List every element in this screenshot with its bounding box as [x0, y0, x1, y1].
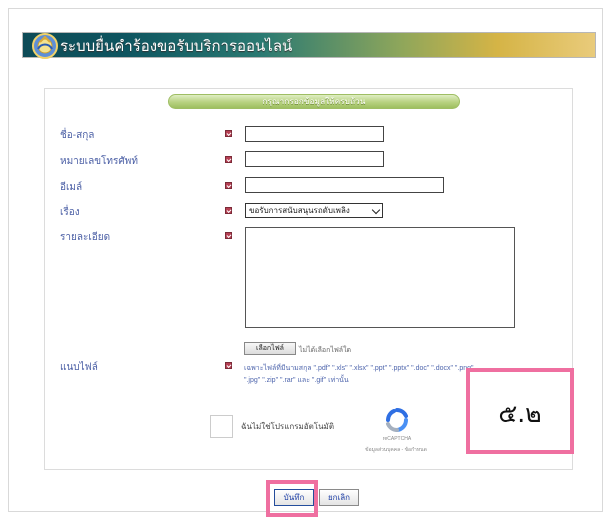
required-icon	[225, 207, 232, 214]
name-label: ชื่อ-สกุล	[60, 130, 95, 141]
required-icon	[225, 232, 232, 239]
form-banner-text: กรุณากรอกข้อมูลให้ครบถ้วน	[262, 97, 366, 106]
chevron-down-icon	[371, 205, 381, 215]
file-hint-line-1: เฉพาะไฟล์ที่มีนามสกุล ".pdf" ".xls" ".xl…	[244, 365, 474, 372]
subject-label: เรื่อง	[60, 207, 80, 218]
email-input[interactable]	[245, 177, 444, 193]
form-banner: กรุณากรอกข้อมูลให้ครบถ้วน	[168, 94, 460, 109]
details-label: รายละเอียด	[60, 232, 111, 243]
details-textarea[interactable]	[245, 227, 515, 328]
page: ระบบยื่นคำร้องขอรับบริการออนไลน์ กรุณากร…	[0, 0, 612, 520]
subject-selected-value: ขอรับการสนับสนุนรถดับเพลิง	[249, 206, 350, 215]
phone-label: หมายเลขโทรศัพท์	[60, 156, 138, 167]
save-button[interactable]: บันทึก	[274, 489, 314, 506]
subject-select[interactable]: ขอรับการสนับสนุนรถดับเพลิง	[245, 203, 383, 218]
required-icon	[225, 130, 232, 137]
step-annotation-text: ๕.๒	[498, 399, 542, 428]
name-input[interactable]	[245, 126, 384, 142]
captcha-checkbox[interactable]	[210, 415, 233, 438]
file-status-text: ไม่ได้เลือกไฟล์ใด	[299, 347, 352, 354]
email-label: อีเมล์	[60, 182, 83, 193]
file-hint-line-2: ".jpg" ".zip" ".rar" และ ".gif" เท่านั้น	[244, 377, 349, 384]
required-icon	[225, 362, 232, 369]
required-icon	[225, 156, 232, 163]
phone-input[interactable]	[245, 151, 384, 167]
page-title: ระบบยื่นคำร้องขอรับบริการออนไลน์	[60, 38, 293, 55]
step-annotation-box: ๕.๒	[466, 368, 574, 454]
attachment-label: แนบไฟล์	[60, 362, 98, 373]
recaptcha-brand-text: reCAPTCHA	[382, 436, 412, 442]
cancel-button[interactable]: ยกเลิก	[319, 489, 359, 506]
captcha-label: ฉันไม่ใช่โปรแกรมอัตโนมัติ	[241, 422, 335, 431]
required-icon	[225, 182, 232, 189]
recaptcha-icon	[386, 408, 409, 432]
recaptcha-links-text: ข้อมูลส่วนบุคคล - ข้อกำหนด	[365, 447, 427, 453]
choose-file-button[interactable]: เลือกไฟล์	[244, 342, 296, 355]
emblem-icon	[32, 33, 58, 59]
